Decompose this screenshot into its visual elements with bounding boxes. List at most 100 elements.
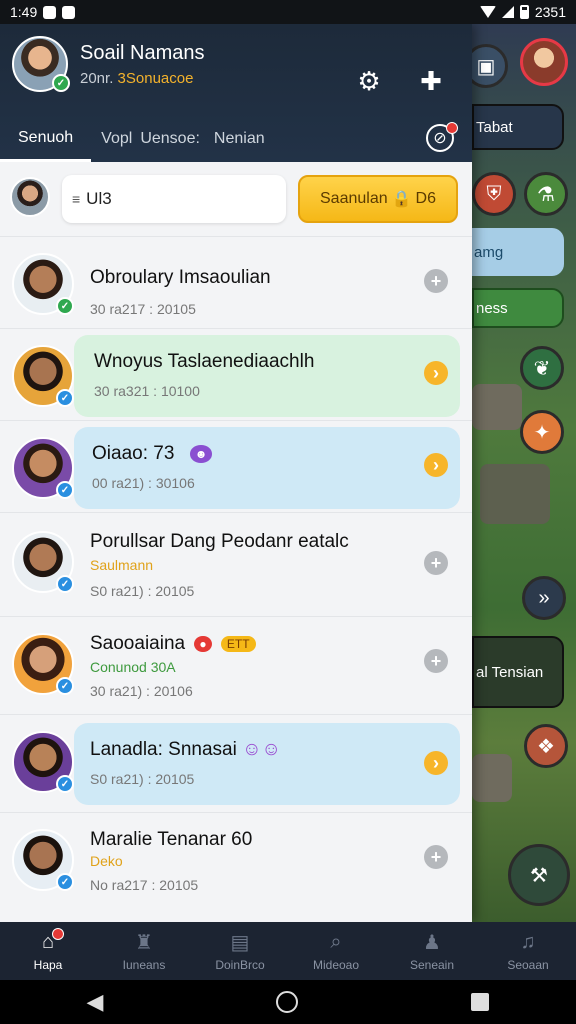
verified-check-icon: ✓ xyxy=(56,775,74,793)
friend-time: S0 ra21) : 20105 xyxy=(90,771,195,787)
friend-time: 30 ra321 : 10100 xyxy=(94,383,200,399)
friend-avatar[interactable]: ✓ xyxy=(12,253,74,315)
nav-seoaan[interactable]: ♫ Seoaan xyxy=(480,922,576,980)
fire-icon: ● xyxy=(194,635,212,652)
arrow-icon[interactable]: › xyxy=(424,751,448,775)
add-icon[interactable]: + xyxy=(424,551,448,575)
game-gift-icon[interactable]: ❖ xyxy=(524,724,568,768)
tab-vopl[interactable]: Vopl xyxy=(91,116,136,162)
arrow-icon[interactable]: › xyxy=(424,453,448,477)
friend-avatar[interactable]: ✓ xyxy=(12,633,74,695)
search-row: ≡ Ul3 Saanulan 🔒 D6 xyxy=(0,174,472,230)
highlight-bg xyxy=(74,723,460,805)
level-badge: ETT xyxy=(220,635,256,652)
nav-iuneans[interactable]: ♜ Iuneans xyxy=(96,922,192,980)
nav-home[interactable]: ⌂ Hapa xyxy=(0,922,96,980)
list-item[interactable]: ✓ Porullsar Dang Peodanr eatalc Saulmann… xyxy=(0,512,472,616)
friend-avatar[interactable]: ✓ xyxy=(12,829,74,891)
notification-dot xyxy=(446,122,458,134)
game-panel-1[interactable]: Tabat xyxy=(472,104,564,150)
game-action-icon[interactable]: ⚒ xyxy=(508,844,570,906)
signal-icon xyxy=(501,6,514,18)
friend-tag: Conunod 30A xyxy=(90,659,176,675)
profile-avatar[interactable]: ✓ xyxy=(12,36,70,92)
profile-subtitle: 20nr. 3Sonuacoe xyxy=(80,70,194,87)
add-icon[interactable]: + xyxy=(424,845,448,869)
emoji-icon: ☺☺ xyxy=(242,739,281,760)
nav-mideoao[interactable]: ⌕ Mideoao xyxy=(288,922,384,980)
person-icon: ♟ xyxy=(423,931,441,954)
verified-check-icon: ✓ xyxy=(56,389,74,407)
friends-tabs: Senuoh Vopl Uensoe: Nenian ⊘ xyxy=(0,116,472,162)
friends-drawer: ✓ Soail Namans 20nr. 3Sonuacoe ⚙ ✚ Senuo… xyxy=(0,24,472,922)
tab-senuoh[interactable]: Senuoh xyxy=(0,116,92,162)
add-friend-icon[interactable]: ✚ xyxy=(414,64,448,98)
friend-time: S0 ra21) : 20105 xyxy=(90,583,195,599)
nav-doinbrco[interactable]: ▤ DoinBrco xyxy=(192,922,288,980)
list-item[interactable]: ✓ Oiaao: 73 ☻ 00 ra21) : 30106 › xyxy=(0,420,472,512)
game-panel-3[interactable]: ness xyxy=(472,288,564,328)
notification-dot xyxy=(52,928,64,940)
friend-name: Porullsar Dang Peodanr eatalc xyxy=(90,531,349,552)
recents-icon[interactable] xyxy=(471,993,490,1011)
home-circle-icon[interactable] xyxy=(276,991,299,1013)
wifi-icon xyxy=(479,6,496,18)
profile-name: Soail Namans xyxy=(80,42,205,64)
friend-avatar[interactable]: ✓ xyxy=(12,531,74,593)
friend-name: Oiaao: 73 ☻ xyxy=(92,443,213,465)
list-item[interactable]: ✓ Saooaiaina ● ETT Conunod 30A 30 ra21) … xyxy=(0,616,472,714)
music-icon: ♫ xyxy=(520,930,536,953)
game-shield-icon[interactable]: ⛨ xyxy=(472,172,516,216)
add-icon[interactable]: + xyxy=(424,649,448,673)
back-icon[interactable]: ◀ xyxy=(87,989,104,1015)
verified-check-icon: ✓ xyxy=(52,74,70,92)
list-item[interactable]: ✓ Lanadla: Snnasai ☺☺ S0 ra21) : 20105 › xyxy=(0,714,472,812)
friend-avatar[interactable]: ✓ xyxy=(12,345,74,407)
bottom-nav: ⌂ Hapa ♜ Iuneans ▤ DoinBrco ⌕ Mideoao ♟ … xyxy=(0,922,576,980)
camera-icon xyxy=(43,5,57,19)
add-icon[interactable]: + xyxy=(424,269,448,293)
filter-icon[interactable]: ⊘ xyxy=(426,122,458,152)
list-item[interactable]: ✓ Maralie Tenanar 60 Deko No ra217 : 201… xyxy=(0,812,472,908)
verified-check-icon: ✓ xyxy=(56,677,74,695)
friend-avatar[interactable]: ✓ xyxy=(12,731,74,793)
friend-name: Lanadla: Snnasai ☺☺ xyxy=(90,739,281,760)
status-time: 1:49 xyxy=(10,4,38,20)
search-button[interactable]: Saanulan 🔒 D6 xyxy=(298,175,458,223)
game-potion-icon[interactable]: ⚗ xyxy=(524,172,568,216)
friend-time: No ra217 : 20105 xyxy=(90,877,199,893)
game-fire-icon[interactable]: ✦ xyxy=(520,410,564,454)
nav-seneain[interactable]: ♟ Seneain xyxy=(384,922,480,980)
search-input[interactable]: ≡ Ul3 xyxy=(62,175,286,223)
game-panel-2[interactable]: amg xyxy=(472,228,564,276)
game-arrow-icon[interactable]: » xyxy=(522,576,566,620)
verified-check-icon: ✓ xyxy=(56,873,74,891)
settings-gear-icon[interactable]: ⚙ xyxy=(352,64,386,98)
game-map-icon[interactable]: ▣ xyxy=(472,44,508,88)
game-leaf-icon[interactable]: ❦ xyxy=(520,346,564,390)
tab-nenian[interactable]: Nenian xyxy=(204,116,275,162)
friend-tag: Deko xyxy=(90,853,123,869)
highlight-bg xyxy=(74,427,460,509)
highlight-bg xyxy=(74,335,460,417)
arrow-icon[interactable]: › xyxy=(424,361,448,385)
friend-time: 30 ra21) : 20106 xyxy=(90,683,193,699)
game-panel-4[interactable]: al Tensian xyxy=(472,636,564,708)
chat-icon: ▤ xyxy=(230,931,250,954)
castle-icon: ♜ xyxy=(135,931,153,954)
system-nav-bar: ◀ xyxy=(0,980,576,1024)
list-icon: ≡ xyxy=(72,191,81,207)
verified-check-icon: ✓ xyxy=(56,575,74,593)
search-avatar[interactable] xyxy=(10,177,50,217)
search-icon: ⌕ xyxy=(330,930,342,953)
drawer-header: ✓ Soail Namans 20nr. 3Sonuacoe ⚙ ✚ Senuo… xyxy=(0,24,472,162)
game-avatar[interactable] xyxy=(520,38,568,86)
friend-avatar[interactable]: ✓ xyxy=(12,437,74,499)
friend-time: 30 ra217 : 20105 xyxy=(90,301,196,317)
tab-uensoe[interactable]: Uensoe: xyxy=(136,116,204,162)
verified-check-icon: ✓ xyxy=(56,297,74,315)
status-bar: 1:49 2351 xyxy=(0,0,576,24)
list-item[interactable]: ✓ Wnoyus Taslaenediaachlh 30 ra321 : 101… xyxy=(0,328,472,420)
game-background: ▣ Tabat ⛨ ⚗ amg ness ❦ ✦ » al Tensian ❖ … xyxy=(472,24,576,922)
list-item[interactable]: ✓ Obroulary Imsaoulian 30 ra217 : 20105 … xyxy=(0,236,472,328)
